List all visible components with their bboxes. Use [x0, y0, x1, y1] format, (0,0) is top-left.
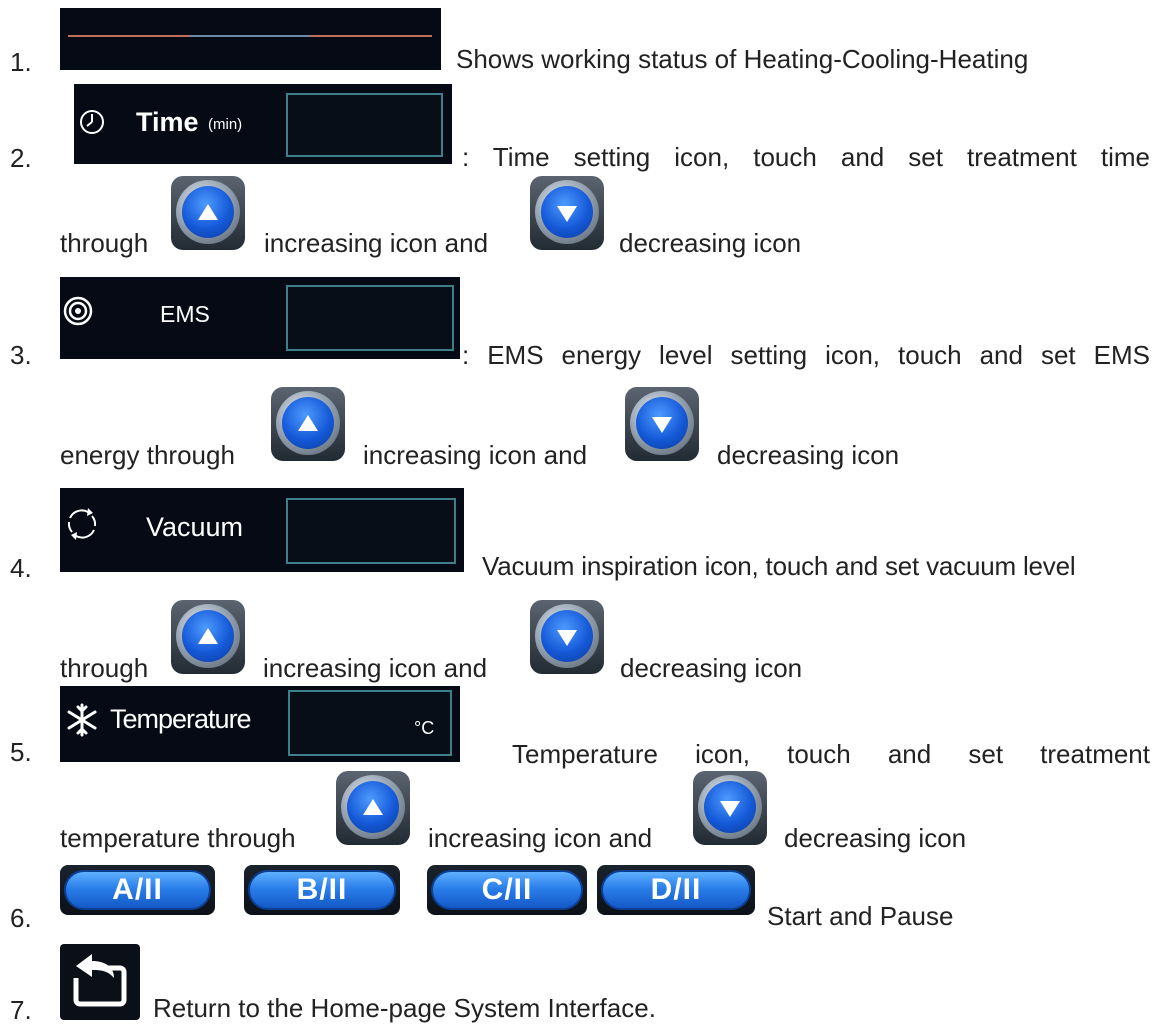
item-number-4: 4.	[10, 553, 32, 583]
cycle-arrows-icon	[67, 508, 97, 540]
decrease-button[interactable]	[693, 771, 767, 845]
channel-b-button[interactable]: B/II	[244, 865, 400, 915]
temperature-label: Temperature	[110, 704, 252, 734]
status-line	[68, 35, 432, 37]
item-mid-3: increasing icon and	[363, 440, 588, 470]
clock-icon	[80, 110, 104, 134]
channel-b-label: B/II	[248, 870, 396, 910]
time-unit: (min)	[208, 116, 243, 133]
item-number-6: 6.	[10, 903, 32, 933]
item-mid-2: increasing icon and	[264, 228, 489, 258]
item-text-7: Return to the Home-page System Interface…	[153, 993, 656, 1023]
increase-button[interactable]	[171, 176, 245, 250]
decrease-button[interactable]	[625, 387, 699, 461]
item-text-6: Start and Pause	[767, 901, 954, 931]
item-after-4: decreasing icon	[620, 653, 803, 683]
item-number-7: 7.	[10, 995, 32, 1025]
channel-c-button[interactable]: C/II	[427, 865, 587, 915]
item-number-1: 1.	[10, 47, 32, 77]
return-icon	[70, 954, 127, 1007]
item-mid-5: increasing icon and	[428, 823, 653, 853]
item-cont-5: temperature through	[60, 823, 296, 853]
item-after-3: decreasing icon	[717, 440, 900, 470]
time-label: Time	[136, 107, 199, 137]
item-cont-3: energy through	[60, 440, 235, 470]
item-cont-2: through	[60, 228, 149, 258]
down-arrow-icon	[720, 801, 740, 817]
item-number-2: 2.	[10, 143, 32, 173]
channel-c-label: C/II	[431, 870, 583, 910]
channel-d-label: D/II	[601, 870, 751, 910]
up-arrow-icon	[363, 799, 383, 815]
temperature-field[interactable]: °C	[288, 690, 452, 756]
item-text-2: : Time setting icon, touch and set treat…	[462, 142, 1150, 172]
channel-d-button[interactable]: D/II	[597, 865, 755, 915]
item-text-3: : EMS energy level setting icon, touch a…	[462, 340, 1150, 370]
increase-button[interactable]	[171, 600, 245, 674]
item-number-5: 5.	[10, 737, 32, 767]
up-arrow-icon	[198, 628, 218, 644]
vacuum-field[interactable]	[286, 498, 456, 564]
item-text-5: Temperature icon, touch and set treatmen…	[512, 739, 1150, 769]
down-arrow-icon	[557, 206, 577, 222]
up-arrow-icon	[298, 415, 318, 431]
ems-label: EMS	[160, 301, 210, 327]
down-arrow-icon	[557, 630, 577, 646]
vacuum-label: Vacuum	[146, 512, 244, 542]
channel-a-button[interactable]: A/II	[60, 865, 215, 915]
item-number-3: 3.	[10, 340, 32, 370]
vacuum-panel[interactable]: Vacuum	[60, 488, 464, 572]
status-bar	[60, 8, 441, 70]
decrease-button[interactable]	[530, 600, 604, 674]
down-arrow-icon	[652, 417, 672, 433]
item-mid-4: increasing icon and	[263, 653, 488, 683]
channel-a-label: A/II	[64, 870, 211, 910]
up-arrow-icon	[198, 204, 218, 220]
return-button[interactable]	[60, 944, 140, 1020]
ems-panel[interactable]: EMS	[60, 277, 460, 359]
increase-button[interactable]	[271, 387, 345, 461]
target-icon	[63, 296, 93, 326]
snowflake-icon	[67, 703, 97, 737]
item-after-5: decreasing icon	[784, 823, 967, 853]
increase-button[interactable]	[336, 771, 410, 845]
item-after-2: decreasing icon	[619, 228, 802, 258]
decrease-button[interactable]	[530, 176, 604, 250]
time-field[interactable]	[286, 93, 443, 157]
ems-field[interactable]	[286, 285, 454, 351]
temperature-unit: °C	[414, 718, 435, 738]
temperature-panel[interactable]: Temperature °C	[60, 686, 460, 762]
item-text-1: Shows working status of Heating-Cooling-…	[456, 44, 1029, 74]
time-panel[interactable]: Time (min)	[74, 84, 452, 164]
item-cont-4: through	[60, 653, 149, 683]
item-text-4: Vacuum inspiration icon, touch and set v…	[482, 551, 1076, 581]
